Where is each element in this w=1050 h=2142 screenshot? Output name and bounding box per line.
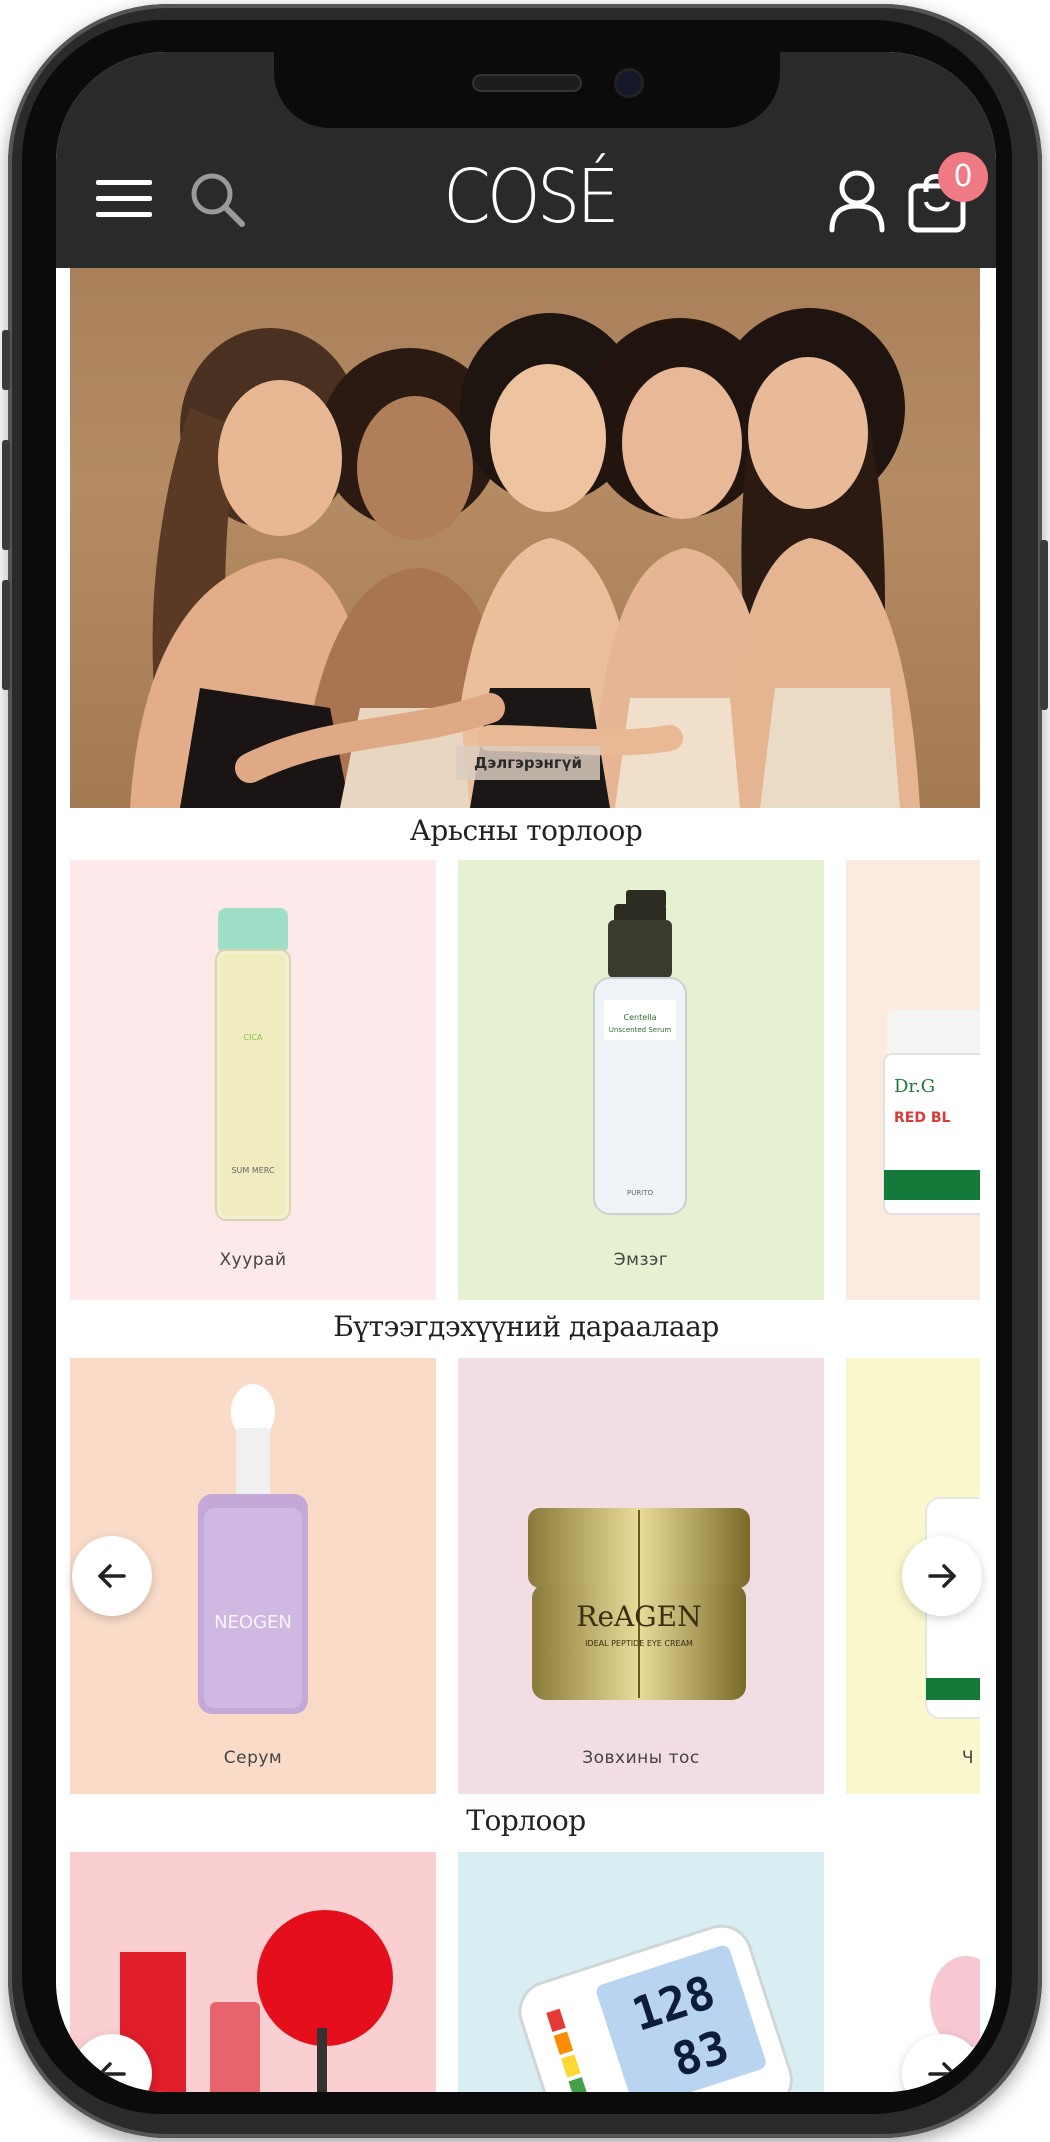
- phone-screen: COSÉ 0 Дэлгэрэнгүй Арьсны торлоор CICA S…: [56, 52, 996, 2092]
- product-image-pump-serum: Centella Unscented Serum PURITO: [593, 890, 687, 1215]
- hamburger-menu-icon[interactable]: [96, 180, 152, 218]
- category-label: Хуурай: [219, 1250, 287, 1270]
- hero-photo: [130, 308, 920, 808]
- phone-volume-up: [2, 440, 10, 550]
- hero-details-button[interactable]: Дэлгэрэнгүй: [456, 746, 600, 780]
- category-card-devices[interactable]: 128 83: [458, 1852, 824, 2092]
- speaker-grille: [472, 74, 582, 92]
- svg-text:Unscented Serum: Unscented Serum: [609, 1026, 672, 1034]
- phone-side-button: [2, 330, 10, 390]
- user-account-icon[interactable]: [826, 168, 888, 234]
- arrow-left-icon: [98, 2062, 126, 2086]
- product-image-blood-pressure-monitor: 128 83: [518, 1924, 793, 2092]
- section-title-product-routine: Бүтээгдэхүүний дараалаар: [333, 1310, 719, 1343]
- hero-banner[interactable]: Дэлгэрэнгүй: [70, 268, 980, 808]
- svg-text:Centella: Centella: [624, 1013, 657, 1022]
- svg-text:RED BL: RED BL: [894, 1110, 951, 1126]
- arrow-left-icon: [98, 1564, 126, 1588]
- category-card-eye-cream[interactable]: ReAGEN IDEAL PEPTIDE EYE CREAM Зовхины т…: [458, 1358, 824, 1794]
- product-image-gold-jar: ReAGEN IDEAL PEPTIDE EYE CREAM: [528, 1508, 750, 1700]
- svg-text:SUM MERC: SUM MERC: [231, 1166, 274, 1175]
- phone-notch: [274, 52, 780, 128]
- cart-count-badge: 0: [938, 152, 988, 202]
- phone-volume-down: [2, 580, 10, 690]
- carousel-prev-button[interactable]: [72, 1536, 152, 1616]
- arrow-right-icon: [928, 1564, 956, 1588]
- svg-text:ReAGEN: ReAGEN: [576, 1600, 701, 1633]
- category-card-dry[interactable]: CICA SUM MERC Хуурай: [70, 860, 436, 1300]
- carousel-next-button[interactable]: [902, 1536, 982, 1616]
- category-card-partial[interactable]: Dr.G RED BL: [846, 860, 980, 1300]
- product-image-cream-jar: Dr.G RED BL: [883, 1010, 980, 1215]
- svg-text:PURITO: PURITO: [627, 1189, 654, 1197]
- category-label: Эмзэг: [613, 1250, 669, 1270]
- arrow-right-icon: [928, 2062, 956, 2086]
- category-label: Ч: [961, 1748, 974, 1768]
- category-label: Серум: [223, 1748, 283, 1768]
- category-card-sensitive[interactable]: Centella Unscented Serum PURITO Эмзэг: [458, 860, 824, 1300]
- front-camera: [614, 68, 644, 98]
- svg-text:CICA: CICA: [243, 1033, 263, 1042]
- search-icon[interactable]: [188, 170, 248, 230]
- section-title-skin-type: Арьсны торлоор: [409, 814, 643, 847]
- svg-text:IDEAL PEPTIDE EYE CREAM: IDEAL PEPTIDE EYE CREAM: [585, 1639, 693, 1648]
- brand-logo[interactable]: COSÉ: [443, 152, 619, 242]
- phone-power-button: [1040, 540, 1048, 710]
- product-image-serum-bottle: CICA SUM MERC: [215, 908, 291, 1221]
- section-title-by-type: Торлоор: [466, 1804, 586, 1837]
- svg-text:Dr.G: Dr.G: [894, 1076, 935, 1097]
- svg-text:NEOGEN: NEOGEN: [214, 1612, 292, 1633]
- category-label: Зовхины тос: [582, 1748, 700, 1768]
